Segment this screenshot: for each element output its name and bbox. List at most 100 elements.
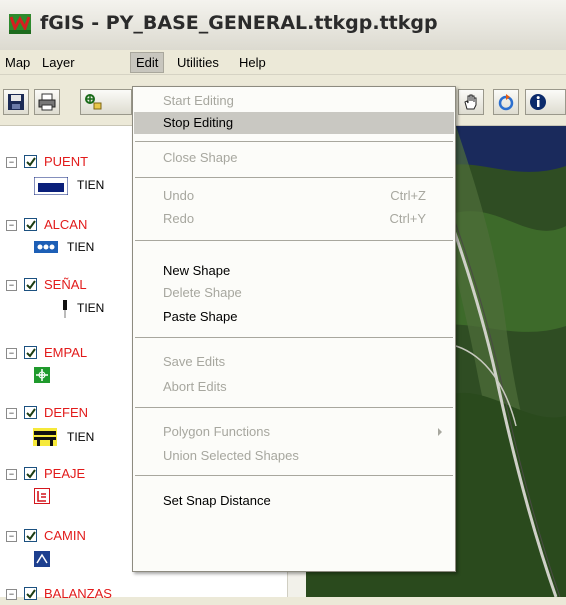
layer-checkbox[interactable] [24, 155, 37, 168]
app-icon [9, 14, 31, 34]
check-icon [26, 157, 36, 167]
menu-item-polygon-functions[interactable]: Polygon Functions [134, 421, 454, 443]
menu-item-union-selected-shapes[interactable]: Union Selected Shapes [134, 445, 454, 467]
menu-item-new-shape[interactable]: New Shape [134, 260, 454, 282]
pan-button[interactable] [458, 89, 484, 115]
menu-item-label: Save Edits [163, 354, 226, 369]
refresh-icon [498, 94, 514, 111]
edit-menu-dropdown: Start Editing Stop Editing Close Shape U… [132, 86, 456, 572]
culvert-symbol-icon [34, 241, 58, 253]
menu-item-shortcut: Ctrl+Z [390, 188, 426, 203]
menu-bar: Map Layer Edit Utilities Help [0, 50, 566, 75]
layer-checkbox[interactable] [24, 218, 37, 231]
layer-name: BALANZAS [44, 586, 112, 601]
check-icon [26, 280, 36, 290]
menu-item-label: Abort Edits [163, 379, 227, 394]
add-layer-icon [85, 94, 102, 110]
layer-name: EMPAL [44, 345, 88, 360]
menu-item-delete-shape[interactable]: Delete Shape [134, 282, 454, 304]
title-bar: fGIS - PY_BASE_GENERAL.ttkgp.ttkgp [0, 0, 566, 51]
layer-name: CAMIN [44, 528, 86, 543]
menu-item-set-snap-distance[interactable]: Set Snap Distance [134, 490, 454, 512]
road-symbol-icon [34, 551, 50, 567]
collapse-icon[interactable]: − [6, 348, 17, 359]
collapse-icon[interactable]: − [6, 280, 17, 291]
bridge-symbol-icon [34, 177, 68, 195]
layer-name: PEAJE [44, 466, 86, 481]
layer-checkbox[interactable] [24, 467, 37, 480]
check-icon [26, 408, 36, 418]
collapse-icon[interactable]: − [6, 531, 17, 542]
menu-layer[interactable]: Layer [37, 53, 80, 72]
save-button[interactable] [3, 89, 29, 115]
menu-item-redo[interactable]: Redo Ctrl+Y [134, 208, 454, 230]
window-title: fGIS - PY_BASE_GENERAL.ttkgp.ttkgp [40, 12, 438, 34]
pan-hand-icon [464, 94, 477, 110]
menu-item-stop-editing[interactable]: Stop Editing [134, 112, 454, 134]
layer-checkbox[interactable] [24, 406, 37, 419]
symbol-label: TIEN [67, 430, 95, 444]
menu-separator [135, 475, 453, 476]
check-icon [26, 589, 36, 599]
print-icon [38, 93, 56, 111]
layer-name: DEFEN [44, 405, 89, 420]
menu-item-save-edits[interactable]: Save Edits [134, 351, 454, 373]
layer-checkbox[interactable] [24, 278, 37, 291]
check-icon [26, 469, 36, 479]
menu-item-shortcut: Ctrl+Y [389, 211, 426, 226]
print-button[interactable] [34, 89, 60, 115]
menu-separator [135, 141, 453, 142]
menu-item-label: Redo [163, 211, 195, 226]
menu-item-label: Delete Shape [163, 285, 242, 300]
menu-edit[interactable]: Edit [130, 52, 165, 73]
menu-item-label: Stop Editing [163, 115, 234, 130]
menu-item-label: Close Shape [163, 150, 238, 165]
check-icon [26, 220, 36, 230]
menu-help[interactable]: Help [234, 53, 271, 72]
info-button[interactable] [525, 89, 566, 115]
menu-map[interactable]: Map [0, 53, 35, 72]
layer-name: ALCAN [44, 217, 88, 232]
collapse-icon[interactable]: − [6, 220, 17, 231]
menu-separator [135, 407, 453, 408]
menu-item-label: Set Snap Distance [163, 493, 271, 508]
menu-item-label: Paste Shape [163, 309, 238, 324]
menu-item-label: Polygon Functions [163, 424, 270, 439]
collapse-icon[interactable]: − [6, 157, 17, 168]
guardrail-symbol-icon [33, 428, 57, 446]
layer-name: SEÑAL [44, 277, 87, 292]
menu-item-label: New Shape [163, 263, 231, 278]
collapse-icon[interactable]: − [6, 408, 17, 419]
layer-checkbox[interactable] [24, 587, 37, 600]
add-layer-button[interactable] [80, 89, 132, 115]
menu-separator [135, 177, 453, 178]
submenu-arrow-icon [438, 428, 442, 436]
menu-separator [135, 240, 453, 241]
save-icon [8, 94, 24, 110]
symbol-label: TIEN [67, 240, 95, 254]
check-icon [26, 531, 36, 541]
layer-name: PUENT [44, 154, 89, 169]
menu-item-paste-shape[interactable]: Paste Shape [134, 306, 454, 328]
check-icon [26, 348, 36, 358]
symbol-label: TIEN [77, 301, 105, 315]
layer-checkbox[interactable] [24, 529, 37, 542]
junction-symbol-icon [34, 367, 50, 383]
menu-separator [135, 337, 453, 338]
info-icon [530, 94, 546, 110]
menu-item-label: Start Editing [163, 93, 234, 108]
toll-symbol-icon [34, 488, 50, 504]
collapse-icon[interactable]: − [6, 589, 17, 600]
menu-item-label: Union Selected Shapes [163, 448, 299, 463]
refresh-button[interactable] [493, 89, 519, 115]
menu-item-undo[interactable]: Undo Ctrl+Z [134, 185, 454, 207]
menu-utilities[interactable]: Utilities [172, 53, 224, 72]
menu-item-start-editing[interactable]: Start Editing [134, 90, 454, 112]
layer-checkbox[interactable] [24, 346, 37, 359]
sign-symbol-icon [63, 300, 67, 318]
menu-item-close-shape[interactable]: Close Shape [134, 147, 454, 169]
symbol-label: TIEN [77, 178, 105, 192]
menu-item-label: Undo [163, 188, 195, 203]
menu-item-abort-edits[interactable]: Abort Edits [134, 376, 454, 398]
collapse-icon[interactable]: − [6, 469, 17, 480]
